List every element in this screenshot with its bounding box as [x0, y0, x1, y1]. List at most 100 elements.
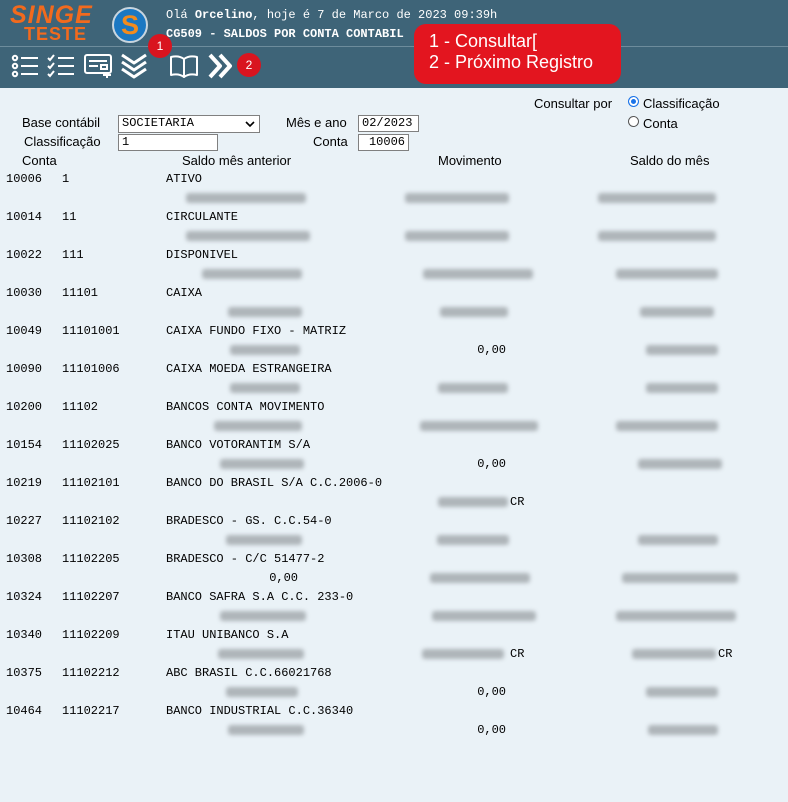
redacted-movement — [422, 649, 504, 659]
redacted-movement — [432, 611, 536, 621]
account-classification: 11102101 — [62, 476, 120, 490]
checklist-icon[interactable] — [47, 53, 75, 79]
account-code: 10022 — [6, 248, 43, 262]
redacted-previous-balance — [228, 725, 304, 735]
account-code: 10090 — [6, 362, 43, 376]
consultar-por-label: Consultar por — [534, 96, 613, 111]
account-code: 10049 — [6, 324, 43, 338]
account-name: BANCO VOTORANTIM S/A — [166, 438, 311, 452]
radio-conta[interactable] — [628, 116, 639, 127]
account-code: 10227 — [6, 514, 43, 528]
classificacao-label: Classificação — [24, 134, 101, 149]
redacted-movement — [440, 307, 508, 317]
double-chevron-right-icon[interactable] — [207, 53, 235, 79]
annotation-badge-2: 2 — [237, 53, 261, 77]
account-code: 10154 — [6, 438, 43, 452]
redacted-previous-balance — [228, 307, 302, 317]
redacted-month-balance — [616, 611, 736, 621]
mes-ano-input[interactable]: 02/2023 — [358, 115, 419, 132]
redacted-previous-balance — [186, 193, 306, 203]
redacted-movement — [438, 497, 508, 507]
redacted-movement — [405, 231, 509, 241]
account-classification: 11 — [62, 210, 77, 224]
account-name: CAIXA FUNDO FIXO - MATRIZ — [166, 324, 347, 338]
account-classification: 11102102 — [62, 514, 120, 528]
radio-conta-label: Conta — [643, 116, 678, 131]
redacted-month-balance — [648, 725, 718, 735]
redacted-month-balance — [622, 573, 738, 583]
account-classification: 1 — [62, 172, 70, 186]
account-code: 10219 — [6, 476, 43, 490]
account-name: BANCO DO BRASIL S/A C.C.2006-0 — [166, 476, 383, 490]
redacted-movement — [420, 421, 538, 431]
account-name: CAIXA — [166, 286, 203, 300]
movement-cr: CR — [510, 647, 525, 661]
annotation-badge-1: 1 — [148, 34, 172, 58]
account-name: BANCO SAFRA S.A C.C. 233-0 — [166, 590, 354, 604]
user-name: Orcelino — [194, 8, 253, 22]
account-name: BRADESCO - GS. C.C.54-0 — [166, 514, 332, 528]
card-icon[interactable] — [84, 53, 112, 79]
redacted-month-balance — [616, 269, 718, 279]
redacted-previous-balance — [220, 611, 306, 621]
account-name: BANCO INDUSTRIAL C.C.36340 — [166, 704, 354, 718]
redacted-month-balance — [598, 193, 716, 203]
account-classification: 11101 — [62, 286, 99, 300]
account-code: 10200 — [6, 400, 43, 414]
redacted-previous-balance — [226, 535, 302, 545]
classificacao-input[interactable]: 1 — [118, 134, 218, 151]
base-contabil-label: Base contábil — [22, 115, 101, 130]
previous-balance: 0,00 — [269, 571, 298, 585]
mes-ano-label: Mês e ano — [286, 115, 347, 130]
column-header-saldo-anterior: Saldo mês anterior — [182, 153, 292, 168]
conta-input[interactable]: 10006 — [358, 134, 409, 151]
redacted-movement — [438, 383, 508, 393]
radio-classificacao[interactable] — [628, 96, 639, 107]
movement-value: 0,00 — [477, 685, 506, 699]
redacted-month-balance — [646, 383, 718, 393]
list-icon[interactable] — [11, 53, 39, 79]
account-code: 10014 — [6, 210, 43, 224]
redacted-movement — [430, 573, 530, 583]
account-classification: 11102212 — [62, 666, 120, 680]
conta-label: Conta — [313, 134, 348, 149]
base-contabil-select[interactable]: SOCIETARIA — [118, 115, 260, 133]
account-code: 10375 — [6, 666, 43, 680]
redacted-previous-balance — [186, 231, 310, 241]
redacted-month-balance — [616, 421, 718, 431]
account-code: 10030 — [6, 286, 43, 300]
account-name: ITAU UNIBANCO S.A — [166, 628, 289, 642]
account-classification: 11102209 — [62, 628, 120, 642]
annotation-callout: 1 - Consultar[ 2 - Próximo Registro — [414, 24, 621, 84]
column-header-conta: Conta — [22, 153, 57, 168]
redacted-movement — [437, 535, 509, 545]
account-name: ABC BRASIL C.C.66021768 — [166, 666, 332, 680]
account-classification: 11101006 — [62, 362, 120, 376]
account-name: CIRCULANTE — [166, 210, 239, 224]
account-classification: 11102 — [62, 400, 99, 414]
account-code: 10308 — [6, 552, 43, 566]
account-classification: 11102217 — [62, 704, 120, 718]
redacted-previous-balance — [226, 687, 298, 697]
account-code: 10324 — [6, 590, 43, 604]
chevrons-down-icon[interactable] — [120, 53, 148, 79]
redacted-month-balance — [632, 649, 716, 659]
redacted-previous-balance — [218, 649, 304, 659]
account-code: 10006 — [6, 172, 43, 186]
greeting: Olá Orcelino, hoje é 7 de Marco de 2023 … — [166, 8, 498, 22]
column-header-saldo-mes: Saldo do mês — [630, 153, 710, 168]
account-classification: 11102025 — [62, 438, 120, 452]
account-code: 10464 — [6, 704, 43, 718]
redacted-month-balance — [638, 535, 718, 545]
redacted-previous-balance — [230, 345, 300, 355]
logo-subtitle: TESTE — [24, 24, 88, 44]
account-classification: 11102207 — [62, 590, 120, 604]
redacted-month-balance — [638, 459, 722, 469]
redacted-movement — [405, 193, 509, 203]
movement-value: 0,00 — [477, 343, 506, 357]
column-header-movimento: Movimento — [438, 153, 502, 168]
radio-classificacao-label: Classificação — [643, 96, 720, 111]
account-classification: 111 — [62, 248, 84, 262]
movement-cr: CR — [510, 495, 525, 509]
book-icon[interactable] — [170, 53, 198, 79]
